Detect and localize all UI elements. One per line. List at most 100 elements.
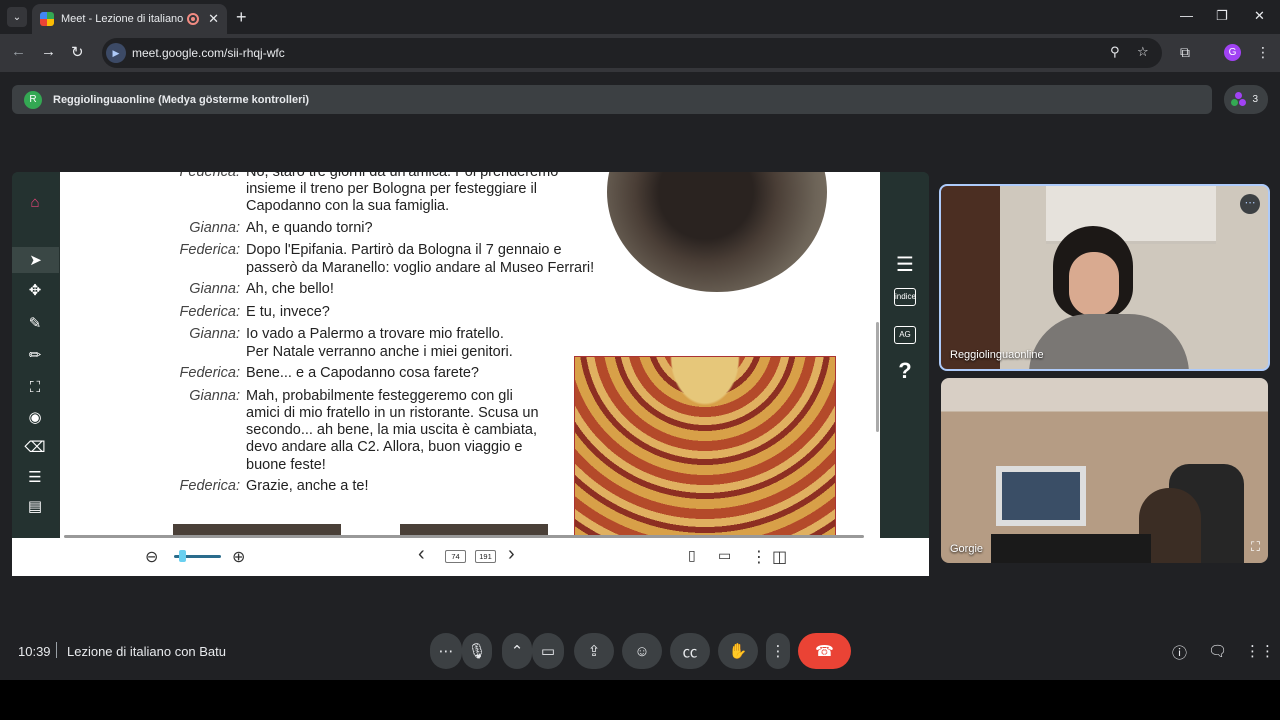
more-mic-options-button[interactable]: ⋯ (430, 633, 462, 669)
meeting-title: Lezione di italiano con Batu (67, 644, 227, 659)
emoji-reactions-button[interactable]: ☺ (622, 633, 662, 669)
dialogue-line: Io vado a Palermo a trovare mio fratello… (246, 326, 504, 342)
participant-tile-presenter[interactable]: ⋯ Reggiolinguaonline (939, 184, 1270, 371)
total-pages: 191 (475, 550, 496, 563)
crop-icon[interactable]: ⛶ (24, 376, 46, 398)
address-bar[interactable]: ▶ meet.google.com/sii-rhqj-wfc ⚲ ☆ (102, 38, 1162, 68)
present-screen-button[interactable]: ⇪ (574, 633, 614, 669)
bookmark-star-icon[interactable]: ☆ (1137, 44, 1149, 60)
vertical-scrollbar[interactable] (876, 322, 879, 432)
forward-icon[interactable]: → (41, 43, 56, 60)
pen-icon[interactable]: ✎ (24, 312, 46, 334)
participant-tile-self[interactable]: Gorgie ⛶ (941, 378, 1268, 563)
browser-toolbar: ← → ↻ ▶ meet.google.com/sii-rhqj-wfc ⚲ ☆… (0, 34, 1280, 72)
activities-grid-icon[interactable]: ⋮⋮ (1245, 642, 1275, 660)
presenter-banner[interactable]: R Reggiolinguaonline (Medya gösterme kon… (12, 85, 1212, 114)
camera-options-chevron-icon[interactable]: ⌃ (502, 633, 532, 669)
ebook-left-toolbar: ⌂ ➤ ✥ ✎ ✏ ⛶ ◉ ⌫ ☰ ▤ (12, 172, 59, 538)
more-options-button[interactable]: ⋮ (766, 633, 790, 669)
current-page-field[interactable]: 74 (445, 550, 466, 563)
site-info-icon[interactable]: ▶ (106, 43, 126, 63)
profile-avatar[interactable]: G (1224, 44, 1241, 61)
previous-page-icon[interactable]: ‹ (418, 543, 425, 566)
ebook-page[interactable]: Federica: No, starò tre giorni da un'ami… (60, 172, 880, 538)
meeting-clock: 10:39 (18, 644, 51, 659)
zoom-out-icon[interactable]: ⊖ (145, 547, 158, 567)
dialogue-line: Capodanno con la sua famiglia. (246, 198, 450, 214)
minimize-icon[interactable]: — (1180, 8, 1193, 23)
tab-search-chevron-icon[interactable]: ⌄ (7, 7, 27, 27)
pointer-icon[interactable]: ➤ (12, 247, 59, 273)
dialogue-line: E tu, invece? (246, 304, 330, 320)
eye-icon[interactable]: ◉ (24, 406, 46, 428)
shared-screen: ⌂ ➤ ✥ ✎ ✏ ⛶ ◉ ⌫ ☰ ▤ Federica: No, starò … (12, 172, 929, 576)
participant-name: Reggiolinguaonline (950, 349, 1044, 361)
browser-tab[interactable]: Meet - Lezione di italiano con Batu ✕ (32, 4, 227, 34)
browser-menu-icon[interactable]: ⋮ (1256, 44, 1270, 61)
back-icon[interactable]: ← (11, 43, 26, 60)
fit-height-icon[interactable]: ▯ (688, 547, 696, 564)
dialogue-line: Bene... e a Capodanno cosa farete? (246, 365, 479, 381)
extensions-icon[interactable]: ⧉ (1180, 44, 1190, 61)
captions-button[interactable]: ㏄ (670, 633, 710, 669)
contents-list-icon[interactable]: ☰ (894, 252, 916, 277)
meet-stage: R Reggiolinguaonline (Medya gösterme kon… (0, 72, 1280, 680)
eraser-icon[interactable]: ⌫ (24, 436, 46, 458)
maximize-icon[interactable]: ❐ (1216, 8, 1228, 24)
home-icon[interactable]: ⌂ (24, 191, 46, 213)
zoom-icon[interactable]: ⚲ (1110, 44, 1120, 60)
dialogue-speaker: Gianna: (189, 220, 240, 236)
dialogue-speaker: Federica: (179, 304, 240, 320)
presenter-avatar: R (24, 90, 42, 109)
move-icon[interactable]: ✥ (24, 279, 46, 301)
dialogue-speaker: Federica: (179, 172, 240, 180)
leave-call-button[interactable]: ☎ (798, 633, 851, 669)
dialogue-line: devo andare alla C2. Allora, buon viaggi… (246, 439, 523, 455)
tab-title: Meet - Lezione di italiano con Batu (61, 13, 185, 25)
double-page-icon[interactable]: ◫ (772, 547, 787, 567)
dialogue-speaker: Federica: (179, 365, 240, 381)
dialogue-speaker: Gianna: (189, 281, 240, 297)
dialogue-line: Ah, che bello! (246, 281, 334, 297)
participants-count: 3 (1252, 94, 1258, 105)
more-options-icon[interactable]: ⋮ (751, 547, 767, 567)
tab-close-icon[interactable]: ✕ (208, 11, 219, 27)
dialogue-line: Ah, e quando torni? (246, 220, 373, 236)
dialogue-speaker: Gianna: (189, 326, 240, 342)
notes-icon[interactable]: ☰ (24, 466, 46, 488)
dialogue-line: Dopo l'Epifania. Partirò da Bologna il 7… (246, 242, 562, 258)
zoom-in-icon[interactable]: ⊕ (232, 547, 245, 567)
meeting-info-icon[interactable]: ⓘ (1172, 642, 1187, 663)
dialogue-line: buone feste! (246, 457, 326, 473)
url-text[interactable]: meet.google.com/sii-rhqj-wfc (132, 46, 285, 60)
index-button[interactable]: indice (894, 288, 916, 306)
new-tab-button[interactable]: + (236, 7, 247, 28)
camera-icon[interactable]: ▭ (532, 633, 564, 669)
raise-hand-button[interactable]: ✋ (718, 633, 758, 669)
fit-width-icon[interactable]: ▭ (718, 547, 731, 564)
close-window-icon[interactable]: ✕ (1254, 8, 1265, 24)
presenter-banner-text: Reggiolinguaonline (Medya gösterme kontr… (53, 93, 310, 106)
crop-frame-icon[interactable]: ⛶ (1251, 539, 1260, 555)
ebook-bottom-bar: ⊖ ⊕ ‹ 74 191 › ▯ ▭ ⋮ ◫ (12, 538, 929, 576)
ebook-right-toolbar: ☰ indice AG ? (881, 172, 929, 538)
dialogue-speaker: Federica: (179, 478, 240, 494)
dialogue-speaker: Gianna: (189, 388, 240, 404)
ag-button[interactable]: AG (894, 326, 916, 344)
tile-more-options-icon[interactable]: ⋯ (1240, 194, 1260, 214)
chat-icon[interactable]: 🗨︎ (1208, 642, 1227, 660)
dialogue-line: passerò da Maranello: voglio andare al M… (246, 260, 595, 276)
zoom-slider-handle[interactable] (179, 550, 186, 562)
microphone-icon[interactable]: 🎙︎ (462, 633, 492, 669)
participants-avatars-icon (1231, 92, 1247, 108)
dialogue-line: secondo... ah bene, la mia uscita è camb… (246, 422, 537, 438)
participants-chip[interactable]: 3 (1224, 85, 1268, 114)
list-icon[interactable]: ▤ (24, 495, 46, 517)
reload-icon[interactable]: ↻ (71, 43, 84, 61)
pencil-icon[interactable]: ✏ (24, 344, 46, 366)
next-page-icon[interactable]: › (508, 543, 515, 566)
dialogue-line: Mah, probabilmente festeggeremo con gli (246, 388, 513, 404)
dialogue-line: Per Natale verranno anche i miei genitor… (246, 344, 513, 360)
browser-tab-strip: ⌄ Meet - Lezione di italiano con Batu ✕ … (0, 0, 1280, 34)
help-icon[interactable]: ? (894, 358, 916, 384)
